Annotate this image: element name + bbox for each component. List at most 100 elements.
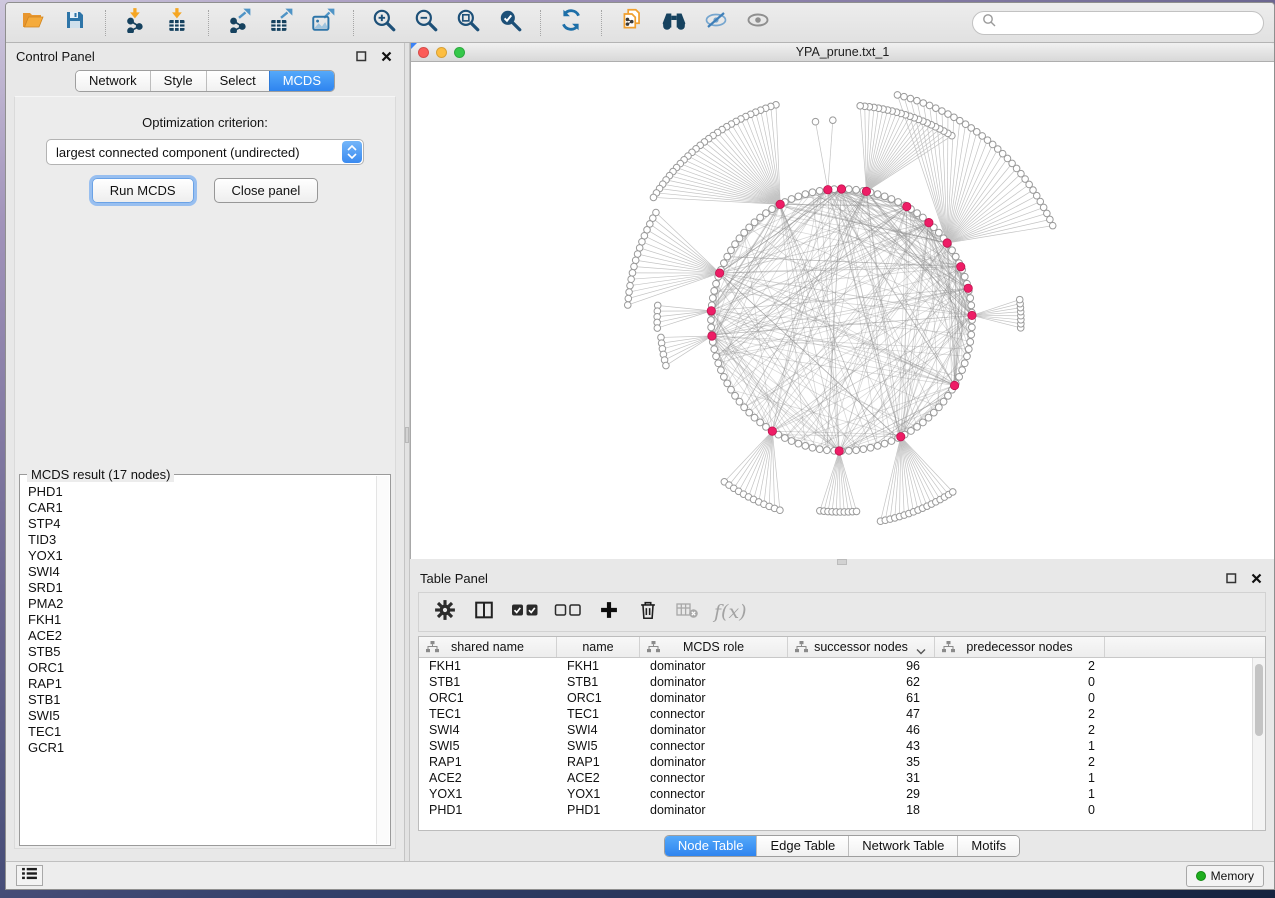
column-header-predecessor-nodes[interactable]: predecessor nodes — [935, 637, 1105, 657]
first-neighbors-button[interactable] — [657, 8, 691, 38]
mcds-result-item[interactable]: SWI4 — [28, 564, 376, 580]
table-row[interactable]: YOX1YOX1connector291 — [419, 786, 1265, 802]
mcds-result-item[interactable]: PHD1 — [28, 484, 376, 500]
run-mcds-button[interactable]: Run MCDS — [92, 178, 194, 203]
mcds-result-item[interactable]: CAR1 — [28, 500, 376, 516]
close-panel-button[interactable] — [378, 48, 394, 64]
table-row[interactable]: FKH1FKH1dominator962 — [419, 658, 1265, 674]
tab-motifs[interactable]: Motifs — [957, 836, 1019, 856]
close-mcds-panel-button[interactable]: Close panel — [214, 178, 319, 203]
mcds-result-item[interactable]: TID3 — [28, 532, 376, 548]
toggle-columns-button[interactable] — [472, 598, 496, 626]
mcds-result-item[interactable]: SRD1 — [28, 580, 376, 596]
select-all-button[interactable] — [511, 598, 539, 626]
status-bar: Memory — [6, 861, 1274, 889]
node-table: shared namenameMCDS rolesuccessor nodesp… — [418, 636, 1266, 831]
mcds-result-item[interactable]: ACE2 — [28, 628, 376, 644]
table-row[interactable]: RAP1RAP1dominator352 — [419, 754, 1265, 770]
tab-network[interactable]: Network — [76, 71, 150, 91]
open-file-button[interactable] — [16, 8, 50, 38]
cell: 2 — [935, 706, 1105, 722]
zoom-selected-button[interactable] — [493, 8, 527, 38]
namespace-icon — [426, 641, 439, 656]
cell: SWI5 — [419, 738, 557, 754]
import-network-button[interactable] — [119, 8, 153, 38]
import-table-icon — [165, 7, 191, 38]
search-input[interactable] — [1002, 15, 1254, 30]
export-network-button[interactable] — [222, 8, 256, 38]
network-graph[interactable] — [411, 62, 1274, 559]
delete-table-button[interactable] — [675, 598, 699, 626]
cell: 35 — [788, 754, 935, 770]
column-header-successor-nodes[interactable]: successor nodes — [788, 637, 935, 657]
cell: STB1 — [557, 674, 640, 690]
float-panel-button[interactable] — [1223, 570, 1239, 586]
zoom-out-button[interactable] — [409, 8, 443, 38]
close-panel-button[interactable] — [1248, 570, 1264, 586]
mcds-result-item[interactable]: SWI5 — [28, 708, 376, 724]
deselect-all-button[interactable] — [554, 598, 582, 626]
tab-edge-table[interactable]: Edge Table — [756, 836, 848, 856]
tab-style[interactable]: Style — [150, 71, 206, 91]
column-header-mcds-role[interactable]: MCDS role — [640, 637, 788, 657]
table-row[interactable]: TEC1TEC1connector472 — [419, 706, 1265, 722]
new-network-from-selection-button[interactable] — [615, 8, 649, 38]
cell: connector — [640, 786, 788, 802]
mcds-result-item[interactable]: ORC1 — [28, 660, 376, 676]
create-column-button[interactable] — [597, 598, 621, 626]
mcds-result-item[interactable]: YOX1 — [28, 548, 376, 564]
export-image-button[interactable] — [306, 8, 340, 38]
zoom-fit-button[interactable] — [451, 8, 485, 38]
table-row[interactable]: STB1STB1dominator620 — [419, 674, 1265, 690]
mcds-result-scrollbar[interactable] — [376, 476, 389, 844]
cell: FKH1 — [419, 658, 557, 674]
mcds-result-item[interactable]: TEC1 — [28, 724, 376, 740]
splitter-grip[interactable] — [405, 427, 409, 443]
table-row[interactable]: ACE2ACE2connector311 — [419, 770, 1265, 786]
mcds-result-item[interactable]: PMA2 — [28, 596, 376, 612]
show-all-button[interactable] — [741, 8, 775, 38]
delete-column-button[interactable] — [636, 598, 660, 626]
table-row[interactable]: SWI4SWI4dominator462 — [419, 722, 1265, 738]
criterion-select[interactable]: largest connected component (undirected) — [46, 139, 364, 165]
cell: 18 — [788, 802, 935, 818]
table-row[interactable]: SWI5SWI5connector431 — [419, 738, 1265, 754]
table-header-row: shared namenameMCDS rolesuccessor nodesp… — [419, 637, 1265, 658]
splitter-grip[interactable] — [837, 559, 847, 565]
network-canvas[interactable] — [411, 62, 1274, 559]
tab-network-table[interactable]: Network Table — [848, 836, 957, 856]
tab-node-table[interactable]: Node Table — [665, 836, 757, 856]
export-network-icon — [226, 7, 252, 38]
mcds-result-item[interactable]: STB5 — [28, 644, 376, 660]
mcds-result-item[interactable]: STP4 — [28, 516, 376, 532]
save-session-button[interactable] — [58, 8, 92, 38]
function-builder-button[interactable]: f(x) — [714, 598, 747, 626]
tab-select[interactable]: Select — [206, 71, 269, 91]
quick-search[interactable] — [972, 11, 1264, 35]
mcds-result-item[interactable]: STB1 — [28, 692, 376, 708]
tab-mcds[interactable]: MCDS — [269, 71, 334, 91]
table-row[interactable]: ORC1ORC1dominator610 — [419, 690, 1265, 706]
network-window-titlebar[interactable]: YPA_prune.txt_1 — [411, 43, 1274, 62]
import-table-button[interactable] — [161, 8, 195, 38]
network-table-splitter[interactable] — [410, 559, 1274, 565]
mcds-result-item[interactable]: FKH1 — [28, 612, 376, 628]
mcds-result-item[interactable]: RAP1 — [28, 676, 376, 692]
memory-button[interactable]: Memory — [1186, 865, 1264, 887]
hide-selected-button[interactable] — [699, 8, 733, 38]
float-panel-button[interactable] — [353, 48, 369, 64]
mcds-result-list[interactable]: PHD1CAR1STP4TID3YOX1SWI4SRD1PMA2FKH1ACE2… — [21, 476, 376, 844]
eye-slash-icon — [702, 8, 730, 37]
table-scrollbar[interactable] — [1252, 658, 1265, 830]
zoom-in-button[interactable] — [367, 8, 401, 38]
column-header-shared-name[interactable]: shared name — [419, 637, 557, 657]
panel-menu-button[interactable] — [16, 865, 43, 886]
list-icon — [21, 867, 38, 885]
table-settings-button[interactable] — [433, 598, 457, 626]
mcds-result-item[interactable]: GCR1 — [28, 740, 376, 756]
scrollbar-thumb[interactable] — [1255, 664, 1263, 736]
export-table-button[interactable] — [264, 8, 298, 38]
refresh-layout-button[interactable] — [554, 8, 588, 38]
column-header-name[interactable]: name — [557, 637, 640, 657]
table-row[interactable]: PHD1PHD1dominator180 — [419, 802, 1265, 818]
